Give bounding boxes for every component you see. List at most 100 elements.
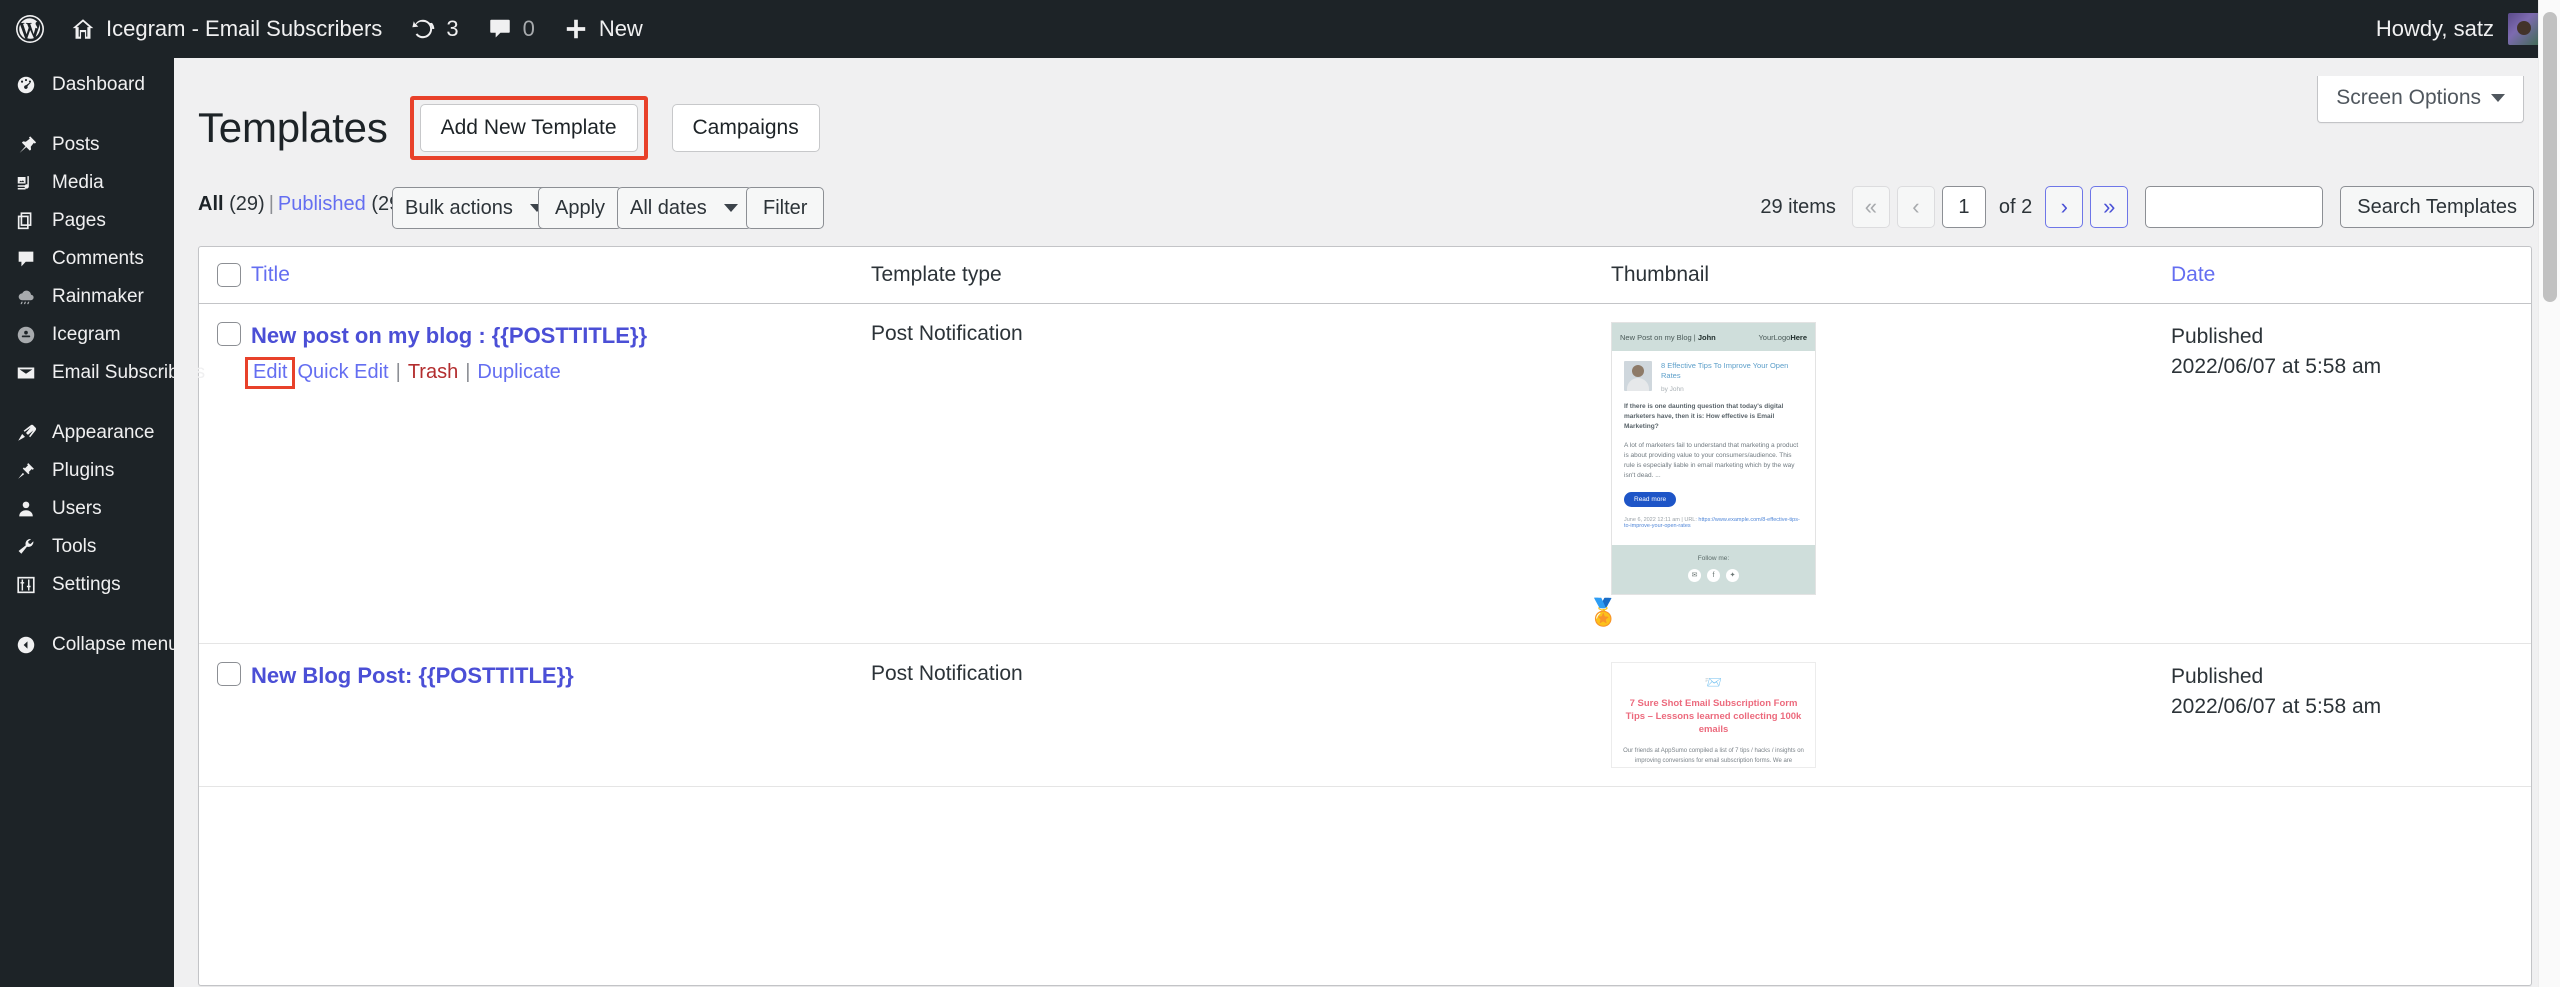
award-rosette-icon: 🏅 [1587, 596, 1620, 627]
row-select-cell [199, 303, 251, 644]
cloud-rain-icon [14, 285, 38, 309]
thumbnail-logo: YourLogoHere [1758, 332, 1807, 342]
comment-bubble-icon [14, 247, 38, 271]
row-date-cell: Published 2022/06/07 at 5:58 am [2171, 303, 2531, 644]
sidebar-item-plugins[interactable]: Plugins [0, 452, 174, 490]
template-type-value: Post Notification [871, 661, 1023, 685]
new-content-menu[interactable]: New [549, 0, 657, 58]
thumbnail-header: New Post on my Blog | John YourLogoHere [1612, 323, 1815, 351]
filter-link-all[interactable]: All [198, 193, 224, 215]
edit-link[interactable]: Edit [253, 361, 287, 384]
row-checkbox[interactable] [217, 661, 241, 686]
site-name-menu[interactable]: Icegram - Email Subscribers [56, 0, 396, 58]
sidebar-item-email-subscribers[interactable]: Email Subscribers [0, 354, 205, 392]
site-name-label: Icegram - Email Subscribers [106, 16, 383, 41]
column-header-title[interactable]: Title [251, 247, 871, 304]
row-template-type-cell: Post Notification [871, 643, 1611, 787]
row-title-cell: New Blog Post: {{POSTTITLE}} [251, 643, 871, 787]
thumbnail-body: 8 Effective Tips To Improve Your Open Ra… [1612, 351, 1815, 537]
sidebar-item-appearance[interactable]: Appearance [0, 414, 174, 452]
sidebar-item-settings[interactable]: Settings [0, 566, 174, 604]
user-icon [14, 497, 38, 521]
sidebar-item-users[interactable]: Users [0, 490, 174, 528]
wordpress-logo-icon [14, 13, 46, 45]
status-filter-links: All (29) | Published (29) [198, 193, 407, 216]
sidebar-item-dashboard[interactable]: Dashboard [0, 66, 174, 104]
sidebar-item-collapse-menu[interactable]: Collapse menu [0, 626, 179, 664]
social-facebook-icon: f [1707, 568, 1720, 582]
page-scrollbar-track[interactable] [2538, 0, 2560, 987]
sidebar-item-media[interactable]: Media [0, 164, 174, 202]
screen-meta-links: Screen Options [2317, 76, 2524, 123]
thumbnail-post-row: 8 Effective Tips To Improve Your Open Ra… [1624, 361, 1803, 393]
sidebar-item-posts[interactable]: Posts [0, 126, 174, 164]
templates-table-wrapper: Title Template type Thumbnail Date New p… [198, 246, 2532, 986]
comment-bubble-icon [487, 16, 513, 42]
last-page-button[interactable]: » [2090, 186, 2129, 228]
icegram-icon [14, 323, 38, 347]
bulk-actions-wrapper: Bulk actions [392, 187, 558, 229]
new-label: New [598, 16, 643, 41]
filter-button[interactable]: Filter [746, 187, 825, 229]
sidebar-item-label: Users [52, 498, 102, 519]
table-header-row: Title Template type Thumbnail Date [199, 247, 2531, 304]
thumbnail-follow-section: Follow me: ✉ f ✦ [1612, 544, 1815, 594]
template-thumbnail-preview[interactable]: New Post on my Blog | John YourLogoHere … [1611, 322, 1816, 595]
filter-divider: | [268, 193, 274, 215]
envelope-icon [14, 361, 38, 385]
sidebar-item-label: Appearance [52, 422, 155, 443]
thumbnail-para-body: A lot of marketers fail to understand th… [1624, 441, 1799, 479]
sidebar-item-rainmaker[interactable]: Rainmaker [0, 278, 174, 316]
page-scrollbar-thumb[interactable] [2543, 12, 2557, 302]
trash-link[interactable]: Trash [408, 361, 458, 384]
campaigns-button[interactable]: Campaigns [671, 104, 820, 152]
template-title-link[interactable]: New post on my blog : {{POSTTITLE}} [251, 322, 647, 350]
first-page-button: « [1851, 186, 1890, 228]
date-filter-select[interactable]: All dates [617, 187, 752, 229]
search-input[interactable] [2145, 186, 2324, 228]
next-page-button[interactable]: › [2045, 186, 2084, 228]
sidebar-item-label: Comments [52, 248, 144, 269]
sliders-icon [14, 573, 38, 597]
search-templates-button[interactable]: Search Templates [2340, 186, 2534, 228]
row-checkbox[interactable] [217, 322, 241, 346]
updates-menu[interactable]: 3 [396, 0, 472, 58]
paintbrush-icon [14, 421, 38, 445]
column-header-title-label[interactable]: Title [251, 263, 290, 286]
thumbnail-body-text: Our friends at AppSumo compiled a list o… [1623, 748, 1804, 764]
screen-options-button[interactable]: Screen Options [2317, 76, 2524, 123]
apply-button[interactable]: Apply [538, 187, 623, 229]
current-page-input[interactable]: 1 [1941, 186, 1986, 228]
template-title-link[interactable]: New Blog Post: {{POSTTITLE}} [251, 662, 574, 690]
pushpin-icon [14, 133, 38, 157]
thumbnail-byline: by John [1661, 385, 1684, 393]
column-header-date-label[interactable]: Date [2171, 263, 2215, 286]
sidebar-item-pages[interactable]: Pages [0, 202, 174, 240]
home-icon [70, 16, 96, 42]
filter-link-published[interactable]: Published [278, 193, 366, 215]
table-row: New Blog Post: {{POSTTITLE}} Post Notifi… [199, 643, 2531, 787]
wordpress-logo-button[interactable] [0, 0, 56, 58]
user-account-menu[interactable]: Howdy, satz [2362, 0, 2560, 58]
add-new-template-button[interactable]: Add New Template [419, 104, 638, 152]
row-date-cell: Published 2022/06/07 at 5:58 am [2171, 643, 2531, 787]
duplicate-link[interactable]: Duplicate [477, 361, 560, 384]
sidebar-item-tools[interactable]: Tools [0, 528, 174, 566]
social-email-icon: ✉ [1688, 568, 1701, 582]
table-header: Title Template type Thumbnail Date [199, 247, 2531, 304]
select-all-checkbox[interactable] [217, 263, 241, 287]
updates-icon [410, 16, 436, 42]
quick-edit-link[interactable]: Quick Edit [297, 361, 388, 384]
comments-menu[interactable]: 0 [473, 0, 549, 58]
all-dates-wrapper: All dates [617, 187, 752, 229]
column-header-thumbnail-label: Thumbnail [1611, 263, 1710, 286]
sidebar-item-label: Email Subscribers [52, 362, 206, 383]
sidebar-item-icegram[interactable]: Icegram [0, 316, 174, 354]
items-count: 29 items [1760, 195, 1836, 218]
sidebar-item-comments[interactable]: Comments [0, 240, 174, 278]
comments-count: 0 [522, 16, 535, 41]
template-thumbnail-preview[interactable]: 📨 7 Sure Shot Email Subscription Form Ti… [1611, 661, 1816, 768]
column-header-date[interactable]: Date [2171, 247, 2531, 304]
bulk-actions-select[interactable]: Bulk actions [392, 187, 558, 229]
row-actions: Edit Quick Edit | Trash | Duplicate [245, 356, 871, 389]
